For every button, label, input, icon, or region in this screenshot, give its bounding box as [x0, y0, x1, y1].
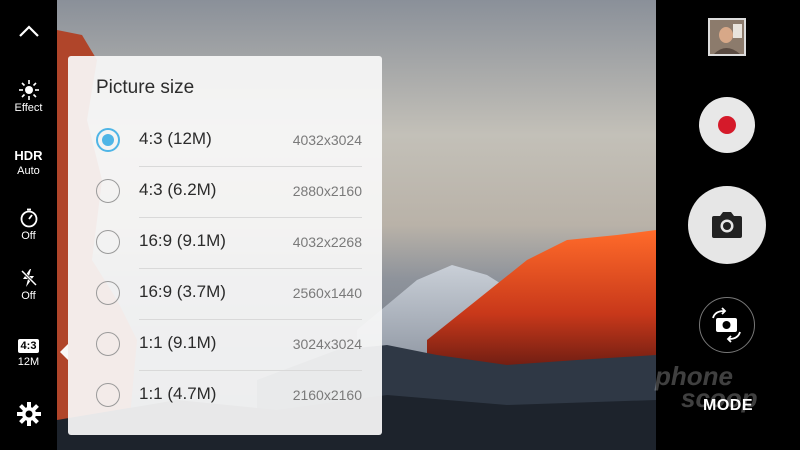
option-label: 4:3 (6.2M) [139, 180, 217, 199]
option-row[interactable]: 4:3 (6.2M) 2880x2160 [68, 166, 382, 217]
switch-camera-button[interactable] [699, 297, 755, 353]
effect-button[interactable]: Effect [0, 80, 57, 114]
picture-size-ratio: 4:3 [17, 339, 40, 353]
record-button[interactable] [699, 97, 755, 153]
timer-value: Off [21, 230, 36, 242]
gallery-thumbnail[interactable] [708, 18, 746, 56]
option-row[interactable]: 16:9 (9.1M) 4032x2268 [68, 217, 382, 268]
option-resolution: 2560x1440 [292, 285, 362, 301]
popup-pointer [60, 344, 68, 360]
flash-button[interactable]: Off [0, 268, 57, 302]
option-label: 1:1 (4.7M) [139, 384, 217, 403]
option-label: 1:1 (9.1M) [139, 333, 217, 352]
camera-icon [712, 212, 742, 238]
hdr-button[interactable]: HDR Auto [0, 148, 57, 177]
collapse-button[interactable] [0, 24, 57, 38]
person-thumbnail-icon [710, 20, 744, 54]
option-resolution: 3024x3024 [292, 336, 362, 352]
chevron-up-icon [18, 25, 39, 37]
radio-button[interactable] [96, 383, 120, 407]
record-icon [718, 116, 736, 134]
popup-title: Picture size [96, 77, 195, 98]
shutter-button[interactable] [688, 186, 766, 264]
radio-button[interactable] [96, 230, 120, 254]
switch-camera-icon [712, 307, 741, 343]
option-resolution: 2880x2160 [292, 183, 362, 199]
flash-value: Off [21, 290, 36, 302]
flash-off-icon [20, 269, 37, 287]
mode-button[interactable]: MODE [703, 397, 753, 415]
option-row[interactable]: 1:1 (4.7M) 2160x2160 [68, 370, 382, 421]
radio-selected[interactable] [96, 128, 120, 152]
left-toolbar: Effect HDR Auto Off Off 4:3 12M [0, 0, 57, 450]
option-resolution: 4032x2268 [292, 234, 362, 250]
option-label: 16:9 (3.7M) [139, 282, 226, 301]
timer-icon [20, 208, 37, 228]
hdr-title: HDR [14, 148, 43, 163]
radio-button[interactable] [96, 179, 120, 203]
picture-size-button[interactable]: 4:3 12M [0, 336, 57, 368]
option-label: 4:3 (12M) [139, 129, 212, 148]
option-resolution: 4032x3024 [292, 132, 362, 148]
option-label: 16:9 (9.1M) [139, 231, 226, 250]
gear-icon [16, 402, 41, 426]
picture-size-value: 12M [17, 356, 40, 368]
sparkle-icon [18, 80, 39, 100]
timer-button[interactable]: Off [0, 208, 57, 242]
option-row[interactable]: 16:9 (3.7M) 2560x1440 [68, 268, 382, 319]
settings-button[interactable] [0, 402, 57, 426]
option-resolution: 2160x2160 [292, 387, 362, 403]
radio-button[interactable] [96, 281, 120, 305]
option-row[interactable]: 1:1 (9.1M) 3024x3024 [68, 319, 382, 370]
option-row[interactable]: 4:3 (12M) 4032x3024 [68, 115, 382, 166]
picture-size-popup: Picture size 4:3 (12M) 4032x3024 4:3 (6.… [68, 56, 382, 435]
effect-label: Effect [14, 102, 43, 114]
hdr-value: Auto [17, 165, 40, 177]
radio-button[interactable] [96, 332, 120, 356]
